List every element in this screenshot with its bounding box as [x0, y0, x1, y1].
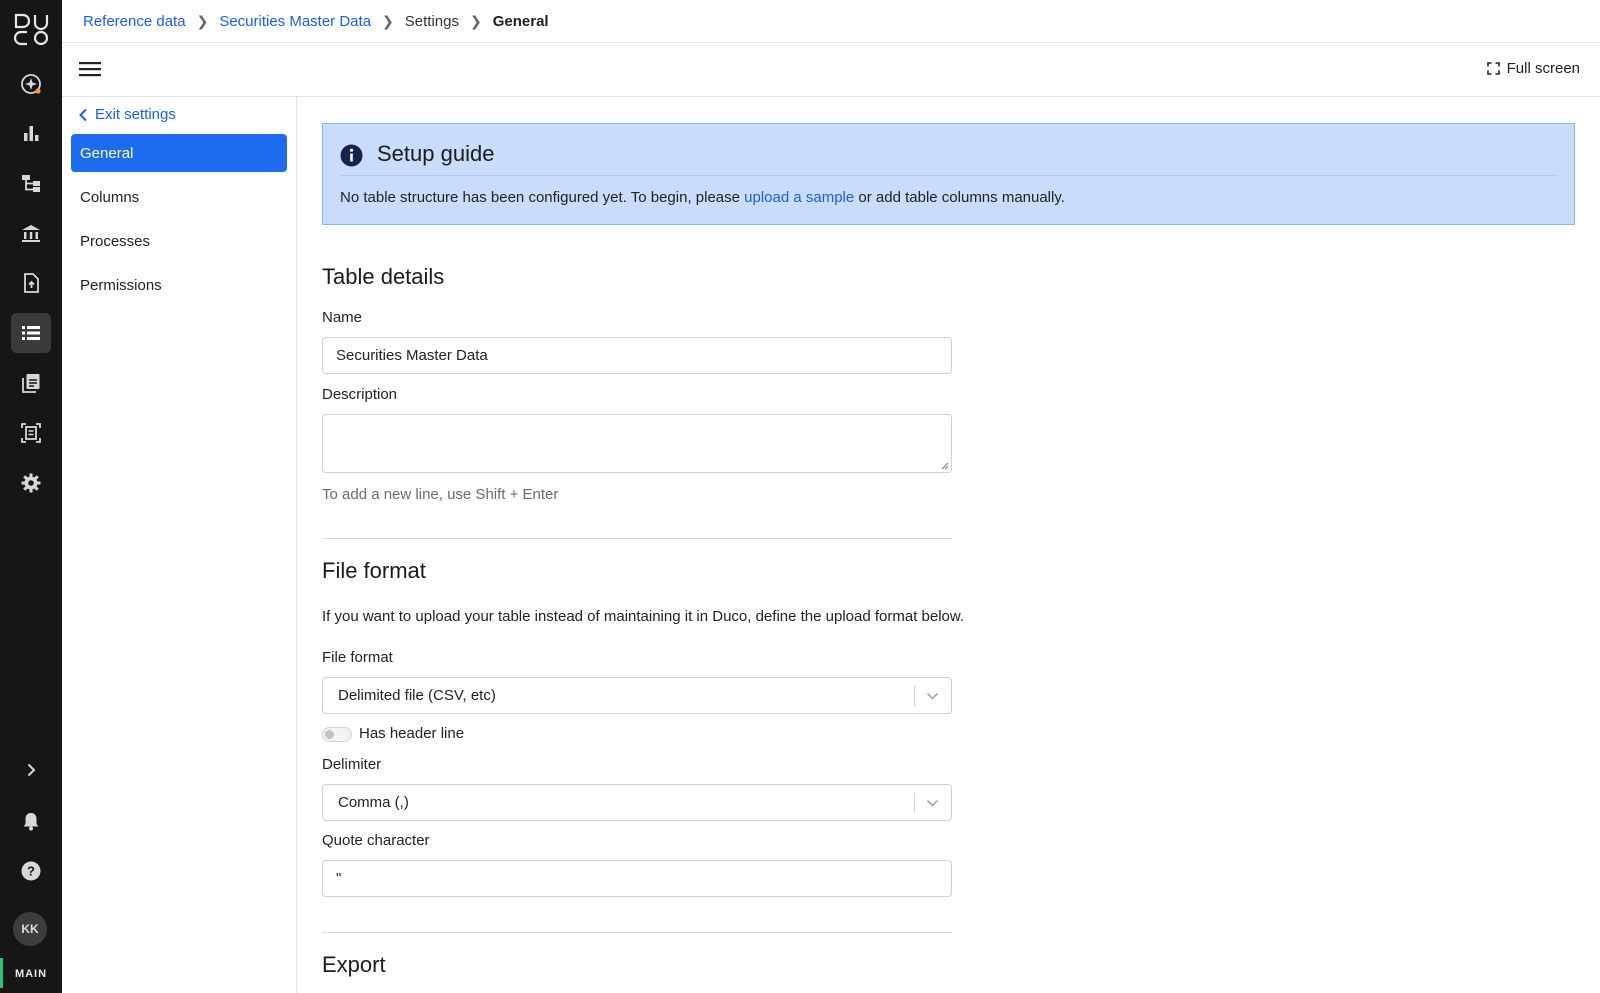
breadcrumb-separator-icon: ❯: [196, 12, 209, 29]
toolbar: Full screen: [62, 43, 1600, 97]
settings-nav: Exit settings General Columns Processes …: [62, 97, 297, 993]
breadcrumb-current: General: [492, 12, 549, 30]
app-rail: ? KK MAIN: [0, 0, 62, 993]
quote-character-input[interactable]: ": [322, 860, 952, 897]
settings-nav-processes[interactable]: Processes: [71, 222, 287, 260]
user-avatar[interactable]: KK: [13, 912, 47, 946]
full-screen-button[interactable]: Full screen: [1486, 60, 1580, 77]
main-content: Setup guide No table structure has been …: [297, 97, 1600, 993]
setup-guide-text: No table structure has been configured y…: [340, 189, 1065, 206]
file-upload-icon[interactable]: [11, 263, 51, 303]
chevron-down-icon: [926, 692, 939, 700]
section-divider: [322, 538, 952, 539]
file-format-select[interactable]: Delimited file (CSV, etc): [322, 677, 952, 714]
report-icon[interactable]: [11, 363, 51, 403]
bell-icon[interactable]: [11, 801, 51, 841]
scan-document-icon[interactable]: [11, 413, 51, 453]
exit-settings-label: Exit settings: [95, 106, 176, 123]
settings-nav-columns[interactable]: Columns: [71, 178, 287, 216]
file-format-description: If you want to upload your table instead…: [322, 608, 965, 625]
full-screen-label: Full screen: [1506, 60, 1580, 77]
select-separator: [914, 686, 915, 706]
help-icon[interactable]: ?: [11, 851, 51, 891]
quote-character-label: Quote character: [322, 832, 430, 849]
chevron-down-icon: [926, 799, 939, 807]
breadcrumb-settings: Settings: [404, 12, 459, 30]
svg-text:?: ?: [27, 864, 35, 879]
hierarchy-icon[interactable]: [11, 163, 51, 203]
file-format-heading: File format: [322, 558, 426, 583]
breadcrumb: Reference data ❯ Securities Master Data …: [62, 0, 1600, 43]
section-divider: [322, 932, 952, 933]
breadcrumb-separator-icon: ❯: [469, 12, 482, 29]
expand-chevron-icon[interactable]: [11, 750, 51, 790]
table-details-heading: Table details: [322, 264, 445, 289]
breadcrumb-separator-icon: ❯: [382, 12, 394, 29]
hamburger-menu-icon[interactable]: [79, 60, 101, 78]
bank-icon[interactable]: [11, 213, 51, 253]
settings-nav-general[interactable]: General: [71, 134, 287, 172]
sparkle-icon[interactable]: [11, 64, 51, 104]
table-list-icon[interactable]: [11, 313, 51, 353]
description-hint: To add a new line, use Shift + Enter: [322, 486, 559, 503]
name-input[interactable]: Securities Master Data: [322, 337, 952, 374]
setup-guide-text-before: No table structure has been configured y…: [340, 189, 745, 206]
select-separator: [914, 793, 915, 813]
description-textarea[interactable]: [322, 414, 952, 473]
setup-guide-title: Setup guide: [377, 141, 495, 166]
delimiter-select[interactable]: Comma (,): [322, 784, 952, 821]
fullscreen-icon: [1486, 62, 1500, 75]
duco-logo[interactable]: [13, 12, 49, 46]
toggle-knob: [325, 730, 334, 739]
gear-icon[interactable]: [11, 463, 51, 503]
bar-chart-icon[interactable]: [11, 113, 51, 153]
settings-nav-permissions[interactable]: Permissions: [71, 266, 287, 304]
name-label: Name: [322, 309, 363, 326]
environment-label[interactable]: MAIN: [0, 955, 62, 993]
upload-sample-link[interactable]: upload a sample: [744, 189, 854, 206]
has-header-line-label: Has header line: [359, 725, 465, 742]
has-header-line-toggle[interactable]: [322, 727, 352, 742]
delimiter-label: Delimiter: [322, 756, 382, 773]
setup-guide-text-after: or add table columns manually.: [854, 189, 1065, 206]
breadcrumb-reference-data[interactable]: Reference data: [83, 13, 186, 30]
delimiter-value: Comma (,): [338, 794, 409, 811]
file-format-value: Delimited file (CSV, etc): [338, 687, 496, 704]
export-heading: Export: [322, 952, 386, 977]
setup-guide-divider: [340, 175, 1557, 176]
description-label: Description: [322, 386, 398, 403]
exit-settings-link[interactable]: Exit settings: [78, 106, 176, 123]
info-icon: [340, 144, 363, 167]
resize-grip-icon[interactable]: [941, 462, 949, 470]
user-initials: KK: [21, 922, 39, 936]
file-format-label: File format: [322, 649, 393, 666]
setup-guide-banner: Setup guide No table structure has been …: [322, 123, 1575, 225]
chevron-left-icon: [79, 108, 87, 121]
breadcrumb-securities-master-data[interactable]: Securities Master Data: [219, 13, 371, 30]
